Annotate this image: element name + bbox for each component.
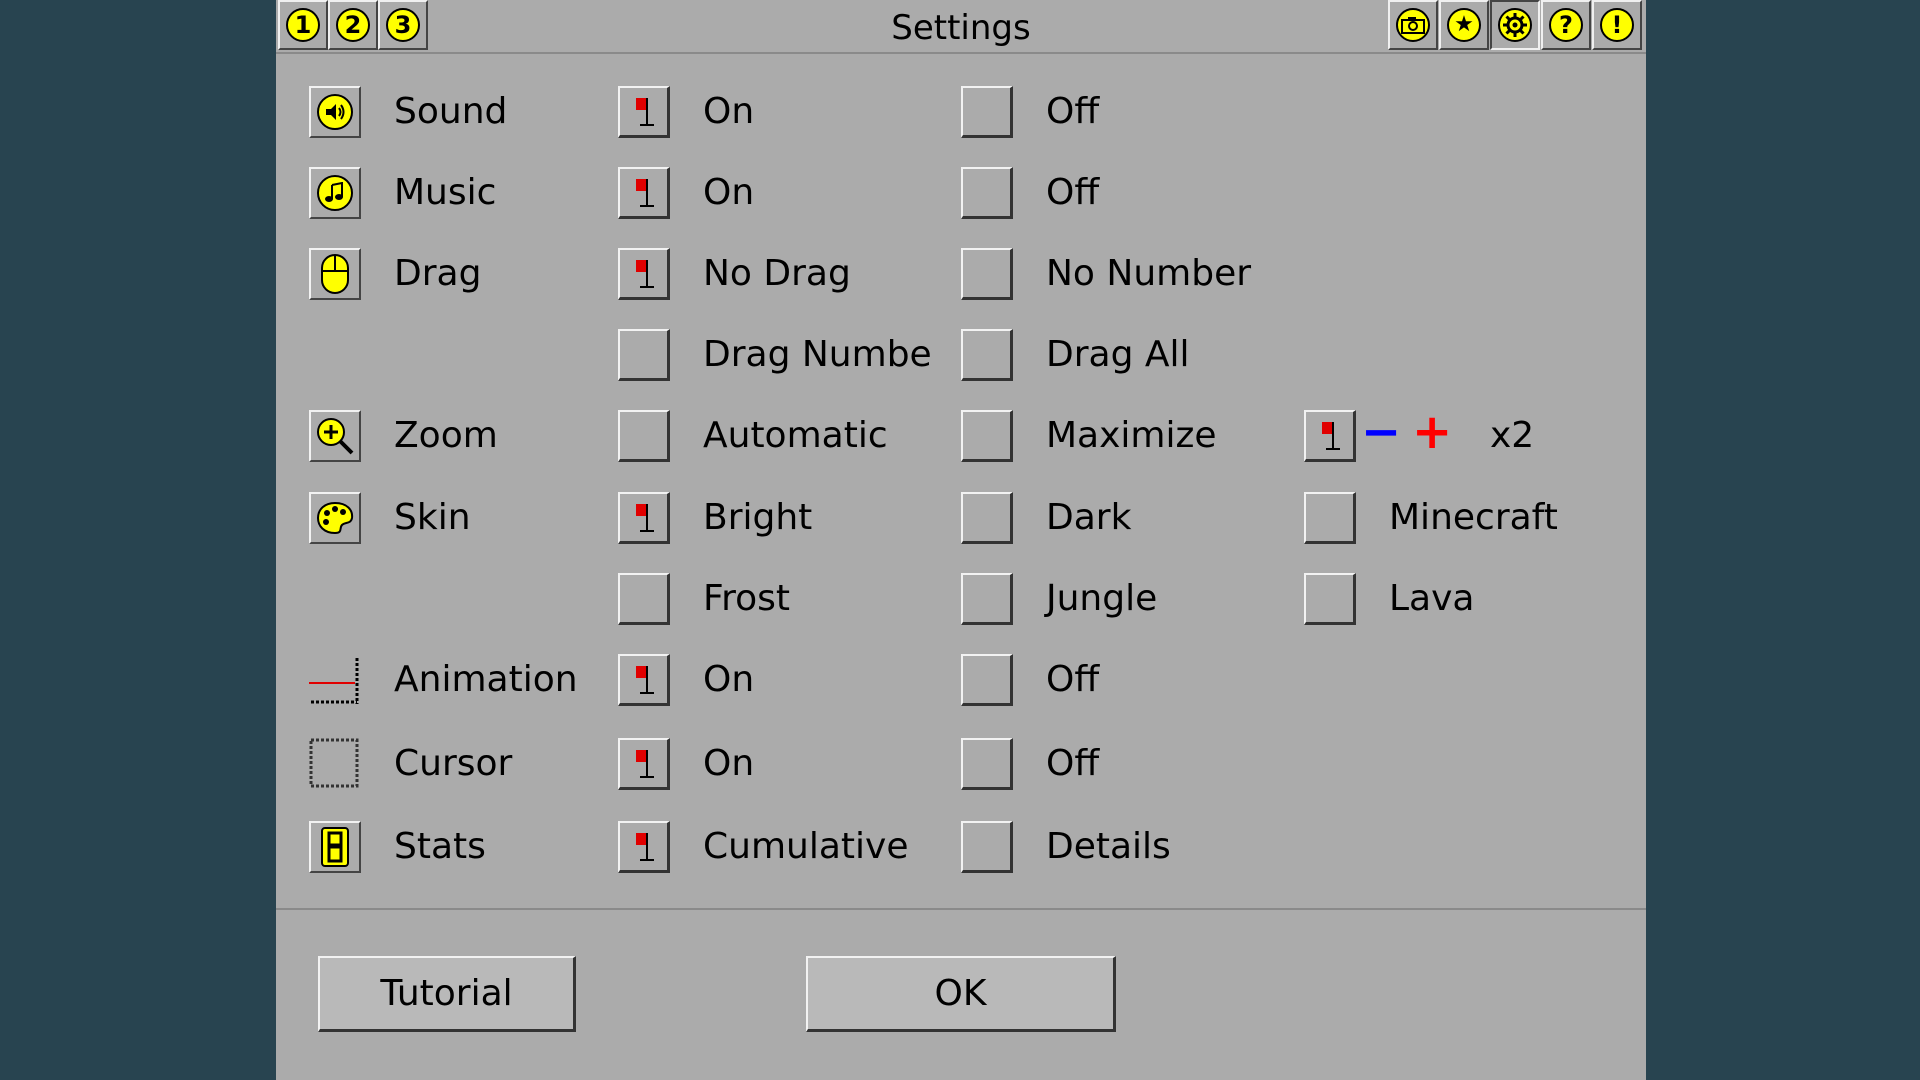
animation-label: Animation <box>394 659 578 700</box>
cursor-on-label: On <box>703 743 755 784</box>
zoom-minus-button[interactable]: − <box>1361 406 1401 458</box>
zoom-maximize-label: Maximize <box>1046 415 1217 456</box>
zoom-maximize-checkbox[interactable] <box>961 410 1013 462</box>
music-off-checkbox[interactable] <box>961 167 1013 219</box>
zoom-automatic-checkbox[interactable] <box>618 410 670 462</box>
gear-icon <box>1498 8 1532 42</box>
music-note-icon <box>309 167 361 219</box>
settings-button[interactable] <box>1490 0 1540 50</box>
flag-icon <box>636 98 654 126</box>
skin-frost-label: Frost <box>703 578 790 619</box>
star-icon: ★ <box>1447 8 1481 42</box>
cursor-box-icon <box>309 738 361 790</box>
music-label: Music <box>394 172 497 213</box>
skin-minecraft-label: Minecraft <box>1389 497 1558 538</box>
animation-on-checkbox[interactable] <box>618 654 670 706</box>
skin-bright-label: Bright <box>703 497 813 538</box>
zoom-fixed-checkbox[interactable] <box>1304 410 1356 462</box>
flag-icon <box>636 179 654 207</box>
cursor-off-label: Off <box>1046 743 1100 784</box>
cursor-off-checkbox[interactable] <box>961 738 1013 790</box>
stats-label: Stats <box>394 826 486 867</box>
flag-icon <box>636 666 654 694</box>
flag-icon <box>636 833 654 861</box>
help-button[interactable]: ? <box>1541 0 1591 50</box>
skin-lava-checkbox[interactable] <box>1304 573 1356 625</box>
flag-icon <box>636 750 654 778</box>
speaker-icon <box>309 86 361 138</box>
animation-off-checkbox[interactable] <box>961 654 1013 706</box>
sound-off-label: Off <box>1046 91 1100 132</box>
about-button[interactable]: ! <box>1592 0 1642 50</box>
screenshot-button[interactable] <box>1388 0 1438 50</box>
magnifier-icon <box>309 410 361 462</box>
title-bar: 1 2 3 Settings ★ ? ! <box>276 0 1646 54</box>
help-icon: ? <box>1549 8 1583 42</box>
skin-label: Skin <box>394 497 471 538</box>
cursor-label: Cursor <box>394 743 513 784</box>
skin-jungle-label: Jungle <box>1046 578 1158 619</box>
stats-cumulative-label: Cumulative <box>703 826 909 867</box>
mouse-icon <box>309 248 361 300</box>
skin-dark-label: Dark <box>1046 497 1132 538</box>
sound-on-label: On <box>703 91 755 132</box>
ok-button[interactable]: OK <box>806 956 1116 1032</box>
flag-icon <box>1322 422 1340 450</box>
sound-on-checkbox[interactable] <box>618 86 670 138</box>
music-off-label: Off <box>1046 172 1100 213</box>
flag-icon <box>636 504 654 532</box>
music-on-label: On <box>703 172 755 213</box>
palette-icon <box>309 492 361 544</box>
no-drag-checkbox[interactable] <box>618 248 670 300</box>
animation-icon <box>309 654 361 706</box>
drag-number-label: Drag Numbe <box>703 334 932 375</box>
skin-minecraft-checkbox[interactable] <box>1304 492 1356 544</box>
footer-divider <box>276 908 1646 910</box>
camera-icon <box>1396 8 1430 42</box>
cursor-on-checkbox[interactable] <box>618 738 670 790</box>
stats-cumulative-checkbox[interactable] <box>618 821 670 873</box>
skin-dark-checkbox[interactable] <box>961 492 1013 544</box>
skin-frost-checkbox[interactable] <box>618 573 670 625</box>
sound-off-checkbox[interactable] <box>961 86 1013 138</box>
stats-details-checkbox[interactable] <box>961 821 1013 873</box>
drag-all-checkbox[interactable] <box>961 329 1013 381</box>
zoom-value: x2 <box>1490 415 1535 456</box>
skin-lava-label: Lava <box>1389 578 1475 619</box>
highscores-button[interactable]: ★ <box>1439 0 1489 50</box>
no-number-label: No Number <box>1046 253 1252 294</box>
zoom-plus-button[interactable]: + <box>1412 406 1452 458</box>
zoom-label: Zoom <box>394 415 498 456</box>
no-number-checkbox[interactable] <box>961 248 1013 300</box>
sound-label: Sound <box>394 91 508 132</box>
skin-bright-checkbox[interactable] <box>618 492 670 544</box>
drag-all-label: Drag All <box>1046 334 1190 375</box>
animation-on-label: On <box>703 659 755 700</box>
zoom-automatic-label: Automatic <box>703 415 888 456</box>
tutorial-button[interactable]: Tutorial <box>318 956 576 1032</box>
music-on-checkbox[interactable] <box>618 167 670 219</box>
no-drag-label: No Drag <box>703 253 851 294</box>
flag-icon <box>636 260 654 288</box>
drag-label: Drag <box>394 253 482 294</box>
alert-icon: ! <box>1600 8 1634 42</box>
skin-jungle-checkbox[interactable] <box>961 573 1013 625</box>
stats-details-label: Details <box>1046 826 1171 867</box>
digit-eight-icon <box>309 821 361 873</box>
settings-panel: 1 2 3 Settings ★ ? ! Sound On Off Music … <box>276 0 1646 1080</box>
drag-number-checkbox[interactable] <box>618 329 670 381</box>
animation-off-label: Off <box>1046 659 1100 700</box>
